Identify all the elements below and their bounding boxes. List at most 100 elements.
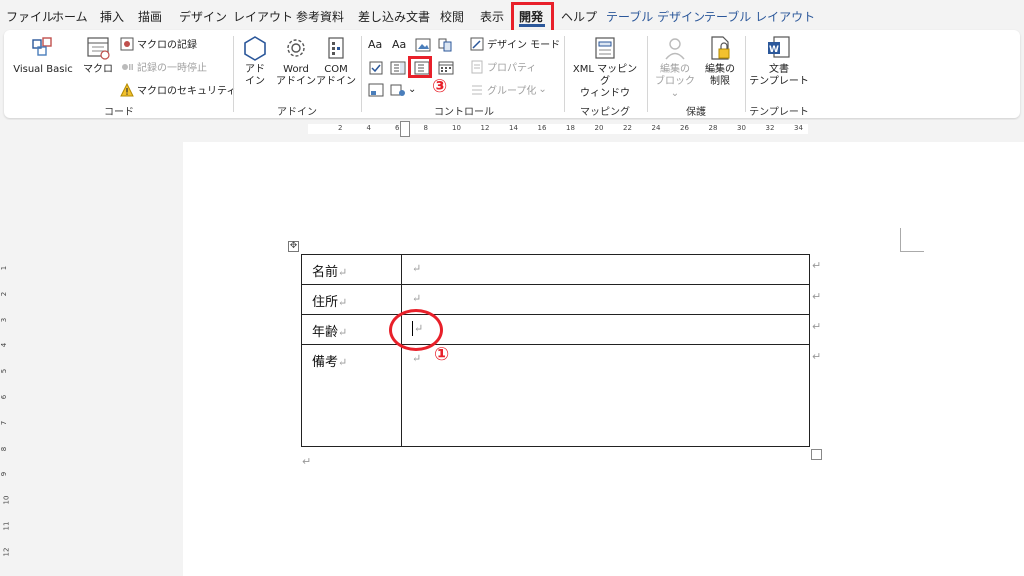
xml-mapping-label-line1: XML マッピング (572, 64, 638, 87)
ruler-text-area (308, 124, 808, 134)
lock-document-icon (706, 34, 734, 62)
vertical-ruler-number: 3 (0, 317, 9, 322)
tab-table-layout[interactable]: テーブル レイアウト (704, 8, 815, 25)
vertical-ruler-number: 9 (0, 472, 9, 477)
word-addin-label-line2: アドイン (276, 76, 316, 87)
word-template-icon: W (765, 34, 793, 62)
document-table[interactable]: 名前↵ ↵ 住所↵ ↵ 年齢↵ ↵ 備考↵ ↵ (301, 254, 810, 447)
ruler-number: 16 (537, 124, 547, 132)
building-block-control-icon[interactable] (437, 37, 453, 53)
addin-hexagon-icon (241, 34, 269, 62)
table-cell-label[interactable]: 住所↵ (302, 285, 402, 315)
tab-design[interactable]: デザイン (179, 8, 227, 25)
tab-file[interactable]: ファイル (6, 8, 54, 25)
block-authors-icon (661, 34, 689, 62)
design-mode-button[interactable]: デザイン モード (470, 36, 560, 51)
group-label-code: コード (104, 107, 134, 118)
ruler-number: 4 (366, 124, 371, 132)
group-label-controls: コントロール (434, 107, 494, 118)
tab-help[interactable]: ヘルプ (561, 8, 597, 25)
highlight-box-dropdown-control (408, 56, 432, 78)
tab-review[interactable]: 校閲 (440, 8, 464, 25)
legacy-tools-dropdown-icon[interactable]: ⌄ (408, 84, 416, 95)
xml-mapping-pane-button[interactable]: XML マッピング ウィンドウ (568, 34, 642, 100)
table-cell-label[interactable]: 名前↵ (302, 255, 402, 285)
addin-label-line1: アド (245, 64, 265, 75)
tab-layout[interactable]: レイアウト (233, 8, 293, 25)
group-icon (470, 83, 484, 97)
group-button[interactable]: グループ化 ⌄ (470, 82, 547, 97)
record-icon (120, 37, 134, 51)
pause-recording-button[interactable]: 記録の一時停止 (120, 59, 207, 74)
word-addin-button[interactable]: Word アドイン (276, 34, 316, 88)
cell-text: 住所↵ (312, 291, 347, 310)
ruler-number: 32 (765, 124, 775, 132)
vertical-ruler-number: 7 (0, 420, 9, 426)
ruler-number: 6 (395, 124, 400, 132)
plain-text-control-button[interactable]: Aa (392, 38, 406, 51)
vertical-ruler-number: 8 (0, 446, 9, 451)
table-resize-handle[interactable] (811, 449, 822, 460)
cell-text: 年齢↵ (312, 321, 347, 340)
tab-references[interactable]: 参考資料 (296, 8, 344, 25)
ruler-number: 14 (509, 124, 518, 132)
restrict-editing-label-line1: 編集の (705, 64, 735, 75)
visual-basic-icon (29, 34, 57, 62)
cell-text: 備考↵ (312, 351, 347, 370)
cell-label-text: 名前 (312, 265, 339, 280)
indent-marker[interactable] (400, 121, 410, 137)
cell-end-mark: ↵ (412, 262, 422, 275)
group-label-protect: 保護 (686, 107, 706, 118)
table-cell-value[interactable]: ↵ (402, 255, 809, 285)
addin-button[interactable]: アド イン (240, 34, 270, 88)
gear-icon (282, 34, 310, 62)
tab-table-design[interactable]: テーブル デザイン (606, 8, 705, 25)
table-move-handle-icon[interactable]: ✥ (288, 241, 299, 252)
ruler-number: 26 (680, 124, 689, 132)
rich-text-control-button[interactable]: Aa (368, 38, 382, 51)
table-cell-value[interactable]: ↵ (402, 285, 809, 315)
vertical-ruler-number: 1 (0, 265, 9, 271)
checkbox-control-icon[interactable] (368, 60, 384, 76)
tab-draw[interactable]: 描画 (138, 8, 162, 25)
xml-mapping-label-line2: ウィンドウ (580, 88, 630, 99)
group-separator (233, 36, 234, 112)
table-cell-value[interactable]: ↵ (402, 345, 809, 446)
visual-basic-button[interactable]: Visual Basic (12, 34, 74, 76)
com-addin-button[interactable]: COM アドイン (316, 34, 356, 88)
tab-mailings[interactable]: 差し込み文書 (358, 8, 430, 25)
table-cell-label[interactable]: 年齢↵ (302, 315, 402, 345)
picture-control-icon[interactable] (415, 37, 431, 53)
tab-view[interactable]: 表示 (480, 8, 504, 25)
svg-text:W: W (769, 45, 779, 55)
repeating-section-control-icon[interactable] (368, 82, 384, 98)
group-separator (564, 36, 565, 112)
macro-security-button[interactable]: マクロのセキュリティ (120, 82, 236, 97)
row-end-mark: ↵ (812, 290, 822, 303)
restrict-editing-button[interactable]: 編集の 制限 (700, 34, 740, 88)
rich-text-label: Aa (368, 38, 383, 51)
ruler-number: 8 (423, 124, 428, 132)
pause-recording-label: 記録の一時停止 (137, 63, 207, 74)
record-macro-button[interactable]: マクロの記録 (120, 36, 197, 51)
ruler-number: 34 (794, 124, 803, 132)
group-label-mapping: マッピング (580, 107, 630, 118)
vertical-ruler-number: 10 (2, 495, 11, 505)
document-template-button[interactable]: W 文書 テンプレート (748, 34, 810, 88)
tab-home[interactable]: ホーム (52, 8, 88, 25)
properties-icon (470, 60, 484, 74)
vertical-ruler[interactable] (0, 140, 12, 576)
macro-button[interactable]: マクロ (80, 34, 116, 76)
properties-button[interactable]: プロパティ (470, 59, 536, 74)
date-picker-control-icon[interactable] (438, 60, 454, 76)
tab-insert[interactable]: 挿入 (100, 8, 124, 25)
table-cell-label[interactable]: 備考↵ (302, 345, 402, 446)
properties-label: プロパティ (487, 63, 537, 74)
combo-box-control-icon[interactable] (390, 60, 406, 76)
table-cell-value-selected[interactable]: ↵ (402, 315, 809, 345)
group-dropdown-icon: ⌄ (538, 84, 547, 95)
xml-mapping-icon (591, 34, 619, 62)
block-authors-button[interactable]: 編集の ブロック ⌄ (652, 34, 698, 100)
legacy-tools-icon[interactable] (390, 82, 406, 98)
block-authors-label-line2-text: ブロック (655, 76, 695, 87)
